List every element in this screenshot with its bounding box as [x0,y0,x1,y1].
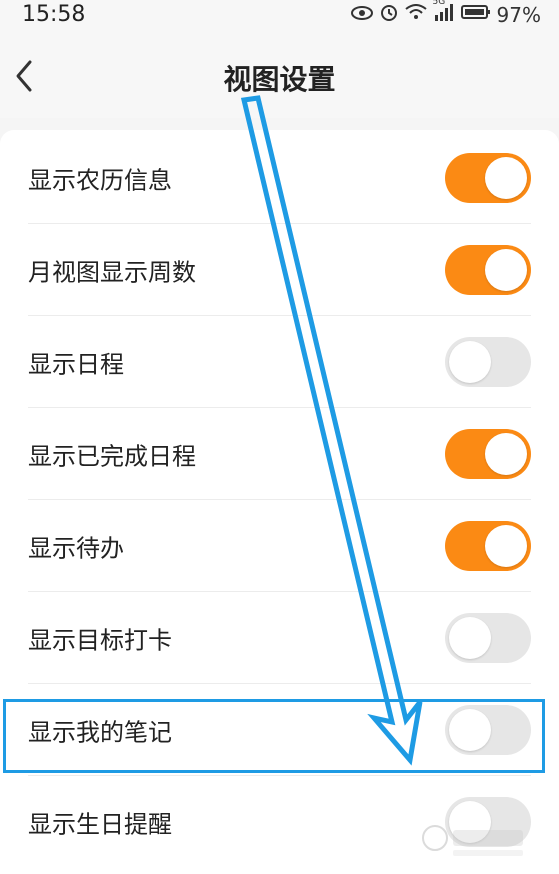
toggle-switch[interactable] [445,521,531,571]
toggle-switch[interactable] [445,337,531,387]
toggle-switch[interactable] [445,429,531,479]
alarm-icon [379,2,399,27]
watermark-logo [413,820,533,864]
setting-label: 显示日程 [28,350,124,379]
signal-icon: 5G [432,0,455,26]
switch-knob [485,525,527,567]
setting-row-completed-schedule[interactable]: 显示已完成日程 [0,408,559,500]
setting-row-schedule[interactable]: 显示日程 [0,316,559,408]
setting-label: 显示我的笔记 [28,718,172,747]
status-time: 15:58 [22,2,86,27]
switch-knob [485,157,527,199]
header: 视图设置 [0,30,559,118]
battery-icon [460,4,491,25]
setting-label: 显示已完成日程 [28,442,196,471]
settings-list: 显示农历信息 月视图显示周数 显示日程 显示已完成日程 显示待办 显示目标打卡 … [0,130,559,874]
setting-row-my-notes[interactable]: 显示我的笔记 [0,684,559,776]
setting-label: 显示待办 [28,534,124,563]
setting-row-goal-checkin[interactable]: 显示目标打卡 [0,592,559,684]
toggle-switch[interactable] [445,245,531,295]
setting-row-todo[interactable]: 显示待办 [0,500,559,592]
switch-knob [449,617,491,659]
switch-knob [485,433,527,475]
setting-row-lunar[interactable]: 显示农历信息 [0,132,559,224]
switch-knob [449,341,491,383]
setting-row-week-number[interactable]: 月视图显示周数 [0,224,559,316]
setting-label: 显示生日提醒 [28,810,172,839]
setting-label: 月视图显示周数 [28,258,196,287]
setting-label: 显示农历信息 [28,166,172,195]
toggle-switch[interactable] [445,153,531,203]
battery-percent: 97% [496,2,541,27]
eye-icon [350,4,373,25]
page-title: 视图设置 [223,63,336,96]
switch-knob [485,249,527,291]
wifi-icon [404,4,427,25]
switch-knob [449,709,491,751]
toggle-switch[interactable] [445,705,531,755]
status-icons: 5G 97% [350,0,541,27]
status-bar: 15:58 5G 97% [0,0,559,30]
setting-label: 显示目标打卡 [28,626,172,655]
toggle-switch[interactable] [445,613,531,663]
network-label: 5G [432,0,446,7]
